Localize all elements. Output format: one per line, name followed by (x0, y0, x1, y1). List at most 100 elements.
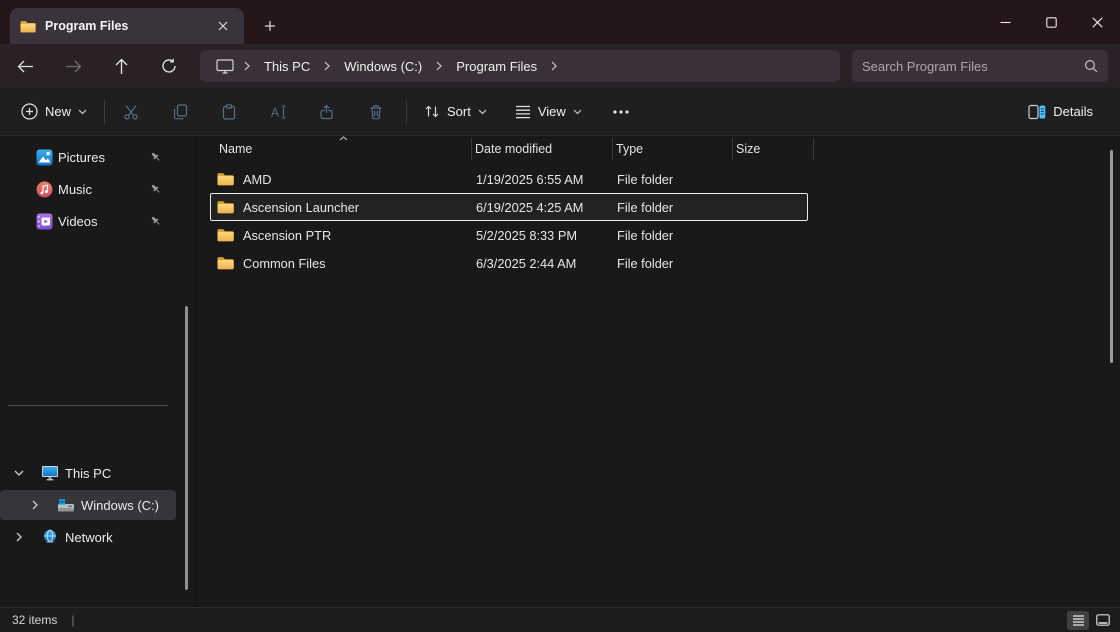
refresh-button[interactable] (152, 50, 186, 82)
new-button[interactable]: New (12, 97, 96, 126)
music-icon (36, 181, 53, 198)
column-header-type[interactable]: Type (612, 136, 732, 162)
videos-icon (36, 213, 53, 230)
file-type: File folder (617, 171, 674, 187)
sidebar-item-windows-c[interactable]: Windows (C:) (0, 490, 176, 520)
rename-icon: A (271, 104, 285, 119)
view-button[interactable]: View (506, 98, 591, 125)
column-separator[interactable] (612, 138, 613, 160)
list-view-button[interactable] (1067, 610, 1089, 630)
search-box[interactable] (852, 50, 1108, 82)
plus-circle-icon (21, 103, 38, 120)
chevron-right-icon[interactable] (434, 61, 444, 71)
status-bar: 32 items | (0, 607, 1120, 632)
vertical-scrollbar[interactable] (1110, 150, 1113, 363)
details-button-label: Details (1053, 104, 1093, 119)
sidebar-item-videos[interactable]: Videos (0, 206, 176, 236)
chevron-right-icon[interactable] (322, 61, 332, 71)
status-divider: | (71, 613, 75, 627)
sidebar-item-label: Network (65, 529, 113, 545)
column-headers: Name Date modified Type Size (196, 136, 1120, 162)
view-toggles (1067, 610, 1114, 630)
new-tab-button[interactable] (256, 12, 284, 40)
chevron-right-icon (242, 61, 252, 71)
delete-button[interactable] (358, 95, 394, 129)
thumbnail-view-icon (1096, 614, 1110, 626)
share-button[interactable] (309, 95, 345, 129)
file-row-ascension-launcher[interactable]: Ascension Launcher 6/19/2025 4:25 AM Fil… (210, 193, 808, 221)
sidebar-item-this-pc[interactable]: This PC (0, 458, 176, 488)
file-row-amd[interactable]: AMD 1/19/2025 6:55 AM File folder (210, 165, 808, 193)
forward-button[interactable] (56, 50, 90, 82)
close-button[interactable] (1074, 0, 1120, 44)
folder-icon (217, 200, 234, 214)
search-icon[interactable] (1084, 59, 1098, 73)
paste-icon (222, 103, 236, 120)
breadcrumb-this-pc[interactable]: This PC (256, 56, 318, 77)
rename-button[interactable]: A (260, 95, 296, 129)
tab-title: Program Files (45, 19, 129, 33)
folder-icon (217, 256, 234, 270)
maximize-button[interactable] (1028, 0, 1074, 44)
file-date-modified: 1/19/2025 6:55 AM (476, 171, 584, 187)
column-separator[interactable] (732, 138, 733, 160)
trash-icon (370, 104, 382, 119)
breadcrumb-windows-c[interactable]: Windows (C:) (336, 56, 430, 77)
details-pane-icon (1028, 104, 1046, 119)
sort-button[interactable]: Sort (415, 98, 496, 125)
chevron-right-icon[interactable] (24, 500, 46, 510)
thumbnail-view-button[interactable] (1092, 611, 1114, 630)
sidebar-item-network[interactable]: Network (0, 522, 176, 552)
search-input[interactable] (862, 58, 1084, 74)
file-date-modified: 5/2/2025 8:33 PM (476, 227, 578, 243)
file-date-modified: 6/19/2025 4:25 AM (476, 199, 584, 215)
cut-button[interactable] (113, 95, 149, 129)
network-icon (41, 529, 59, 545)
copy-button[interactable] (162, 95, 198, 129)
list-view-icon (1072, 614, 1084, 626)
tab-close-icon[interactable] (212, 15, 234, 37)
explorer-tab[interactable]: Program Files (10, 8, 244, 44)
up-button[interactable] (104, 50, 138, 82)
svg-text:A: A (271, 105, 279, 119)
sidebar-item-label: Windows (C:) (81, 497, 160, 513)
sidebar-item-label: This PC (65, 465, 112, 481)
toolbar-separator (104, 99, 106, 124)
file-row-common-files[interactable]: Common Files 6/3/2025 2:44 AM File folde… (210, 249, 808, 277)
chevron-down-icon[interactable] (8, 470, 30, 476)
file-name: Ascension PTR (243, 227, 332, 243)
sidebar-item-music[interactable]: Music (0, 174, 176, 204)
folder-icon (20, 20, 36, 33)
view-icon (515, 105, 530, 118)
column-header-size[interactable]: Size (732, 136, 813, 162)
pin-icon (150, 183, 162, 195)
address-bar[interactable]: This PC Windows (C:) Program Files (200, 50, 840, 82)
breadcrumb-program-files[interactable]: Program Files (448, 56, 545, 77)
column-header-date-modified[interactable]: Date modified (471, 136, 612, 162)
new-button-label: New (45, 104, 72, 119)
file-type: File folder (617, 199, 674, 215)
chevron-right-icon[interactable] (549, 61, 559, 71)
file-type: File folder (617, 227, 674, 243)
scissors-icon (124, 104, 138, 120)
file-date-modified: 6/3/2025 2:44 AM (476, 255, 577, 271)
column-separator[interactable] (471, 138, 472, 160)
file-row-ascension-ptr[interactable]: Ascension PTR 5/2/2025 8:33 PM File fold… (210, 221, 808, 249)
items-count: 32 items (12, 613, 58, 627)
see-more-button[interactable] (603, 95, 639, 129)
paste-button[interactable] (211, 95, 247, 129)
chevron-down-icon (478, 109, 487, 114)
file-rows: AMD 1/19/2025 6:55 AM File folder Ascens… (210, 165, 808, 277)
minimize-button[interactable] (982, 0, 1028, 44)
navigation-bar: This PC Windows (C:) Program Files (0, 44, 1120, 88)
chevron-right-icon[interactable] (8, 532, 30, 542)
titlebar: Program Files (0, 0, 1120, 44)
back-button[interactable] (8, 50, 42, 82)
pin-icon (150, 151, 162, 163)
sidebar-scrollbar[interactable] (185, 306, 188, 590)
column-separator[interactable] (813, 138, 814, 160)
file-list-pane: Name Date modified Type Size AMD 1/19/20… (196, 136, 1120, 607)
sidebar-item-pictures[interactable]: Pictures (0, 142, 176, 172)
sort-ascending-icon (339, 136, 348, 141)
details-pane-button[interactable]: Details (1019, 98, 1102, 126)
